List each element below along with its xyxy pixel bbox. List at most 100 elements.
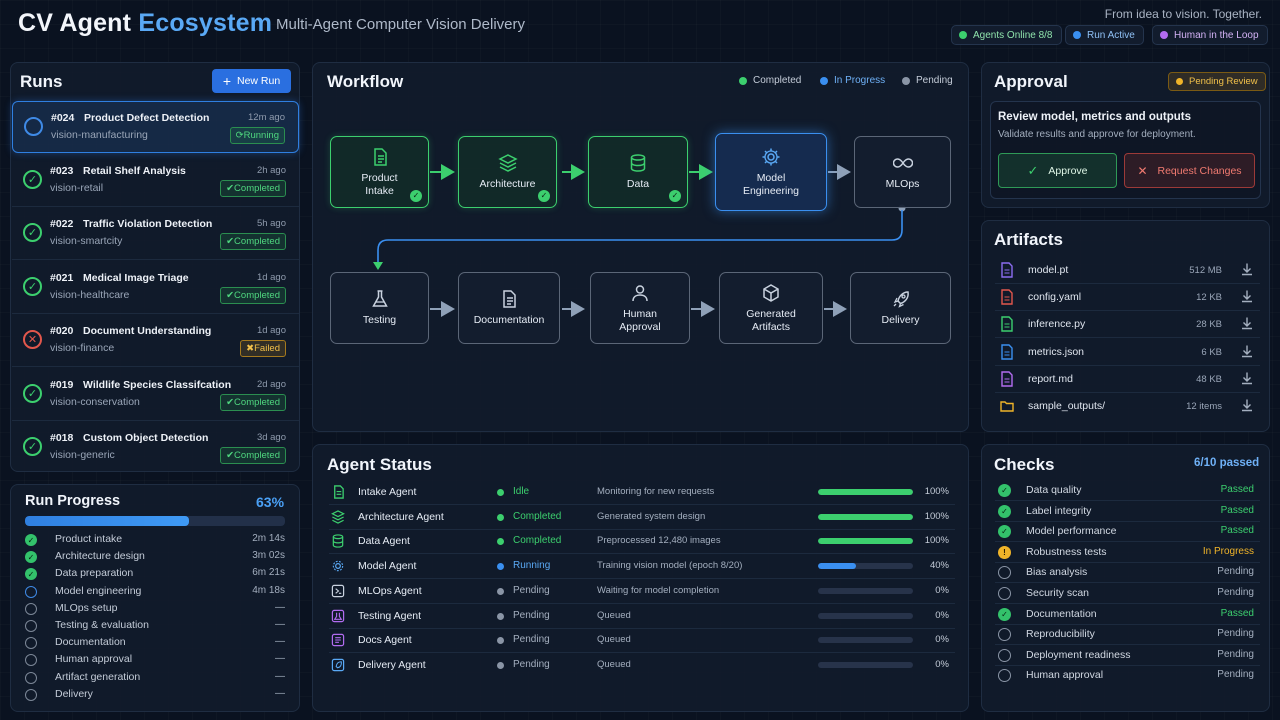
- infinity-icon: [892, 158, 913, 168]
- pending-circle-icon: [25, 654, 37, 667]
- progress-step: Testing & evaluation —: [25, 618, 285, 635]
- agent-name: Data Agent: [358, 535, 410, 548]
- check-row: ✓ Model performance Passed: [995, 522, 1260, 543]
- approve-button[interactable]: ✓ Approve: [998, 153, 1117, 188]
- progress-step-label: Testing & evaluation: [55, 619, 149, 631]
- progress-step-label: Data preparation: [55, 567, 134, 580]
- status-badge-icon: ✔: [226, 450, 235, 461]
- download-icon[interactable]: [1240, 371, 1254, 385]
- artifact-row[interactable]: inference.py 28 KB: [995, 311, 1260, 339]
- check-row: ✓ Data quality Passed: [995, 481, 1260, 501]
- check-icon: ✓: [538, 190, 550, 202]
- check-label: Data quality: [1026, 484, 1082, 496]
- run-project: vision-manufacturing: [51, 129, 148, 141]
- artifact-row[interactable]: sample_outputs/12 items: [995, 393, 1260, 420]
- check-circle-icon: ✓: [25, 534, 37, 546]
- file-icon: [1001, 371, 1013, 387]
- agent-row[interactable]: MLOps Agent Pending Waiting for model comp…: [329, 580, 955, 604]
- agent-progress-percent: 0%: [935, 658, 949, 670]
- run-item[interactable]: ✓ #021 Medical Image Triage vision-healthca…: [12, 262, 299, 314]
- check-label: Label integrity: [1026, 504, 1092, 517]
- node-mlops[interactable]: MLOps: [854, 136, 951, 208]
- agent-name: Testing Agent: [358, 609, 422, 622]
- agent-description: Generated system design: [597, 510, 706, 522]
- flask-icon: [331, 609, 345, 622]
- run-item[interactable]: ✓ #022 Traffic Violation Detection vision-s…: [12, 208, 299, 260]
- status-badge-icon: ✔: [226, 183, 235, 194]
- run-item[interactable]: #024 Product Defect Detection vision-manuf…: [12, 101, 299, 153]
- rocket-icon: [331, 658, 345, 672]
- download-icon[interactable]: [1240, 316, 1254, 330]
- file-icon: [1001, 343, 1013, 360]
- run-name: Product Defect Detection: [84, 112, 210, 124]
- request-changes-button[interactable]: ✕ Request Changes: [1124, 153, 1255, 188]
- agent-row[interactable]: Intake Agent Idle Monitoring for new reque…: [329, 481, 955, 505]
- check-status: Pending: [1217, 669, 1254, 681]
- warning-icon: !: [998, 545, 1011, 559]
- agent-progress-bar: [818, 661, 913, 668]
- artifact-size: 512 MB: [1189, 265, 1222, 276]
- status-badge: ✔ Completed: [220, 233, 286, 250]
- run-project: vision-healthcare: [50, 289, 130, 301]
- agent-row[interactable]: Data Agent Completed Preprocessed 12,480 i…: [329, 530, 955, 555]
- run-time: 1d ago: [256, 325, 286, 336]
- status-badge: ✔ Completed: [220, 447, 286, 464]
- check-status: Passed: [1220, 607, 1254, 619]
- run-item[interactable]: ✓ #018 Custom Object Detection vision-gener…: [12, 422, 299, 474]
- run-time: 2h ago: [256, 165, 286, 176]
- check-circle-icon: ✓: [23, 223, 42, 242]
- artifact-row[interactable]: model.pt 512 MB: [995, 257, 1260, 284]
- check-row: Reproducibility Pending: [995, 625, 1260, 646]
- node-generated-artifacts[interactable]: Generated Artifacts: [719, 272, 823, 344]
- progress-step: ✓ Architecture design 3m 02s: [25, 549, 285, 566]
- artifact-name: inference.py: [1028, 318, 1086, 331]
- node-model-engineering[interactable]: Model Engineering: [715, 133, 827, 211]
- run-name: Wildlife Species Classifcation: [83, 379, 232, 391]
- run-id: #024: [51, 112, 75, 124]
- artifact-row[interactable]: report.md 48 KB: [995, 366, 1260, 393]
- run-item[interactable]: ✓ #019 Wildlife Species Classifcation visio…: [12, 369, 299, 421]
- run-progress-fill: [25, 516, 189, 526]
- node-data[interactable]: Data ✓: [588, 136, 688, 208]
- file-icon: [1001, 316, 1013, 333]
- node-human-approval[interactable]: Human Approval: [590, 272, 690, 344]
- pending-circle-icon: [998, 566, 1011, 580]
- check-status: Passed: [1220, 504, 1254, 516]
- run-item[interactable]: ✓ #023 Retail Shelf Analysis vision-retail 2…: [12, 155, 299, 207]
- agent-row[interactable]: Model Agent Running Training vision model …: [329, 555, 955, 580]
- run-item[interactable]: ✕ #020 Document Understanding vision-financ…: [12, 315, 299, 367]
- new-run-button[interactable]: + New Run: [212, 69, 291, 93]
- pending-circle-icon: [25, 620, 37, 632]
- agent-progress-percent: 40%: [929, 560, 949, 572]
- progress-step: ✓ Product intake 2m 14s: [25, 532, 285, 549]
- node-delivery[interactable]: Delivery: [850, 272, 951, 344]
- node-documentation[interactable]: Documentation: [458, 272, 560, 344]
- status-dot-icon: [1073, 31, 1081, 39]
- status-badge: ✖ Failed: [240, 340, 286, 357]
- download-icon[interactable]: [1240, 398, 1254, 412]
- node-architecture[interactable]: Architecture ✓: [458, 136, 557, 208]
- check-circle-icon: ✓: [998, 504, 1011, 518]
- download-icon[interactable]: [1240, 262, 1254, 276]
- agent-name: MLOps Agent: [358, 584, 422, 597]
- progress-step-duration: 3m 02s: [252, 550, 285, 562]
- download-icon[interactable]: [1240, 289, 1254, 303]
- run-name: Retail Shelf Analysis: [83, 165, 186, 177]
- agent-row[interactable]: Docs Agent Pending Queued 0%: [329, 629, 955, 654]
- layers-icon: [331, 509, 345, 524]
- artifact-row[interactable]: config.yaml 12 KB: [995, 284, 1260, 312]
- agent-progress-bar: [818, 563, 913, 570]
- agent-row[interactable]: Testing Agent Pending Queued 0%: [329, 605, 955, 629]
- pending-circle-icon: [998, 669, 1011, 683]
- progress-step-duration: —: [275, 636, 285, 648]
- agent-row[interactable]: Architecture Agent Completed Generated sys…: [329, 506, 955, 530]
- agent-progress-bar: [818, 489, 913, 495]
- artifact-row[interactable]: metrics.json 6 KB: [995, 339, 1260, 366]
- download-icon[interactable]: [1240, 344, 1254, 358]
- check-label: Documentation: [1026, 607, 1097, 620]
- node-testing[interactable]: Testing: [330, 272, 429, 344]
- agent-row[interactable]: Delivery Agent Pending Queued 0%: [329, 654, 955, 678]
- check-circle-icon: ✓: [23, 384, 42, 403]
- node-product-intake[interactable]: Product Intake ✓: [330, 136, 429, 208]
- document-icon: [334, 485, 344, 499]
